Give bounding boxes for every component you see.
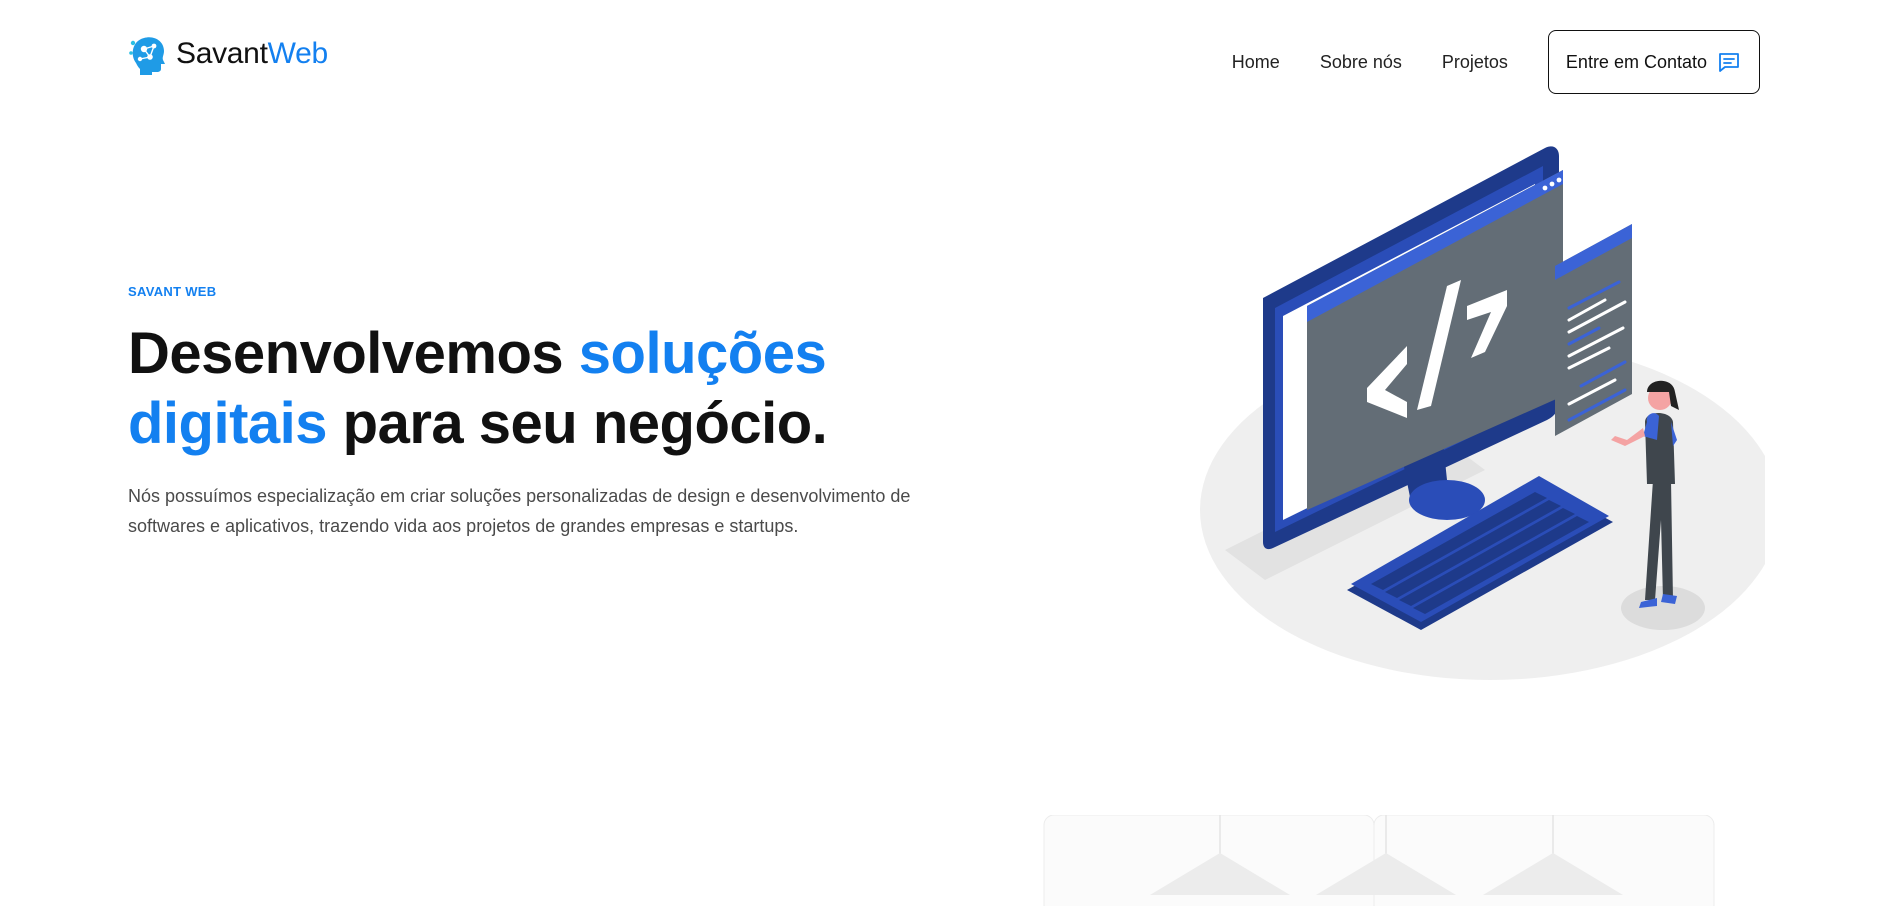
nav-link-sobre-nos[interactable]: Sobre nós — [1320, 52, 1402, 73]
headline-text-1: Desenvolvemos — [128, 321, 579, 386]
main-nav: Home Sobre nós Projetos Entre em Contato — [1232, 30, 1760, 94]
hero-eyebrow: SAVANT WEB — [128, 284, 217, 299]
contact-button-label: Entre em Contato — [1565, 51, 1707, 72]
window-dot — [1542, 185, 1548, 191]
hero-headline: Desenvolvemos soluções digitais para seu… — [128, 319, 948, 459]
contact-button[interactable]: Entre em Contato — [1547, 30, 1760, 94]
window-dot — [1556, 177, 1562, 183]
brand-name-part1: Savant — [176, 37, 268, 70]
hero-description: Nós possuímos especialização em criar so… — [128, 486, 911, 536]
chat-message-icon — [1719, 53, 1739, 72]
headline-highlight-1: soluções — [578, 321, 827, 386]
headline-highlight-2: digitais — [128, 391, 328, 456]
window-dot — [1549, 181, 1555, 187]
nav-link-home[interactable]: Home — [1232, 52, 1280, 73]
brand-name: SavantWeb — [176, 37, 328, 71]
brain-network-icon — [129, 37, 165, 75]
hero-section: SAVANT WEB Desenvolvemos soluções digita… — [128, 284, 948, 541]
nav-link-projetos[interactable]: Projetos — [1442, 52, 1508, 73]
site-header: SavantWeb Home Sobre nós Projetos Entre … — [0, 0, 1897, 120]
brand-name-part2: Web — [267, 37, 329, 70]
developer-computer-illustration — [1200, 146, 1765, 680]
decorative-cards-strip — [1043, 815, 1715, 906]
headline-text-2: para seu negócio. — [327, 391, 828, 456]
brand-logo[interactable]: SavantWeb — [128, 33, 328, 75]
